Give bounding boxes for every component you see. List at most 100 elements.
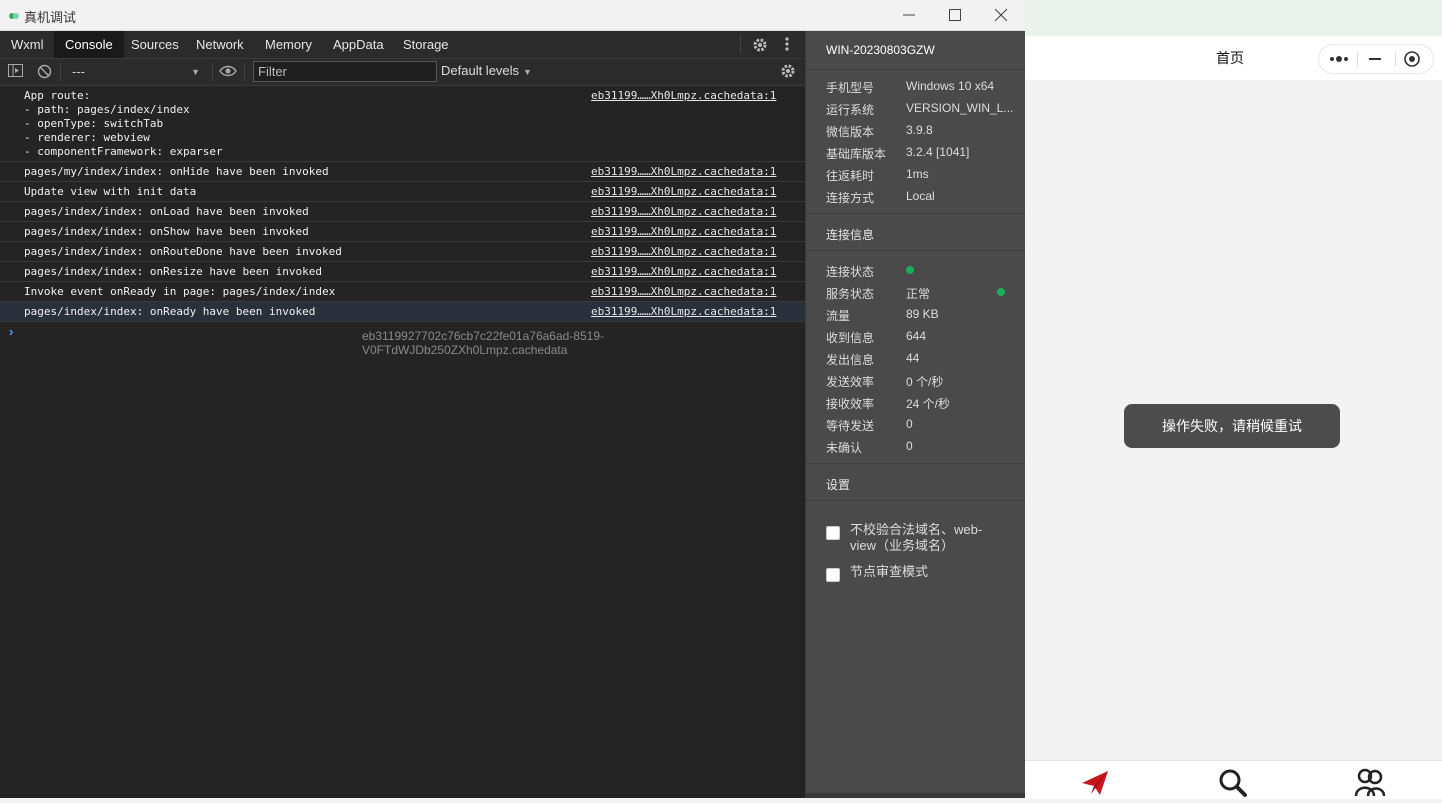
panel-divider	[806, 500, 1025, 501]
info-label: 往返耗时	[826, 169, 875, 183]
conn-label: 收到信息	[826, 331, 875, 345]
info-value: Local	[906, 189, 935, 203]
console-row: pages/index/index: onShow have been invo…	[0, 222, 805, 242]
info-label: 手机型号	[826, 81, 875, 95]
info-value: VERSION_WIN_L...	[906, 101, 1014, 115]
console-row: App route: - path: pages/index/index - o…	[0, 86, 805, 162]
console-message: pages/index/index: onResize have been in…	[24, 265, 323, 278]
conn-section-header: 连接信息	[826, 228, 875, 242]
more-vertical-icon[interactable]	[784, 36, 790, 55]
log-levels-label: Default levels	[441, 63, 520, 78]
conn-label: 接收效率	[826, 397, 875, 411]
dropdown-arrow-icon: ▼	[191, 67, 200, 77]
minimize-button[interactable]	[886, 0, 932, 30]
filter-input[interactable]: Filter	[253, 61, 437, 82]
conn-label: 服务状态	[826, 287, 875, 301]
toast-message: 操作失败，请稍候重试	[1124, 404, 1340, 448]
maximize-button[interactable]	[932, 0, 978, 30]
console-source-link[interactable]: eb31199……Xh0Lmpz.cachedata:1	[591, 185, 776, 199]
console-source-link[interactable]: eb31199……Xh0Lmpz.cachedata:1	[591, 265, 776, 279]
app-logo-icon	[8, 9, 20, 21]
console-source-link[interactable]: eb31199……Xh0Lmpz.cachedata:1	[591, 205, 776, 219]
devtools-window: 真机调试 Wxml Console Sources Network Memory…	[0, 0, 1025, 798]
service-status-dot	[997, 288, 1005, 296]
conn-value: 24 个/秒	[906, 397, 951, 411]
console-message: Invoke event onReady in page: pages/inde…	[24, 285, 336, 298]
console-source-link[interactable]: eb31199……Xh0Lmpz.cachedata:1	[591, 225, 776, 239]
console-message: pages/index/index: onLoad have been invo…	[24, 205, 309, 218]
console-message: App route: - path: pages/index/index - o…	[24, 89, 223, 158]
console-message: pages/index/index: onRouteDone have been…	[24, 245, 342, 258]
title-bar: 真机调试	[0, 0, 1024, 31]
info-value: 3.9.8	[906, 123, 933, 137]
context-select[interactable]: --- ▼	[68, 61, 206, 83]
skip-domain-check-checkbox[interactable]	[826, 526, 840, 540]
console-output: App route: - path: pages/index/index - o…	[0, 86, 805, 798]
devtools-tab-bar: Wxml Console Sources Network Memory AppD…	[0, 31, 805, 59]
console-bottom-source[interactable]: eb3119927702c76cb7c22fe01a76a6ad-8519-V0…	[362, 329, 805, 357]
conn-label: 发出信息	[826, 353, 875, 367]
device-name: WIN-20230803GZW	[826, 43, 935, 57]
console-prompt-icon[interactable]: ›	[9, 324, 13, 339]
console-row: Update view with init data eb31199……Xh0L…	[0, 182, 805, 202]
window-title: 真机调试	[24, 10, 77, 25]
tab-memory[interactable]: Memory	[254, 31, 323, 58]
console-source-link[interactable]: eb31199……Xh0Lmpz.cachedata:1	[591, 89, 776, 103]
close-target-icon[interactable]	[1403, 50, 1421, 68]
settings-gear-icon[interactable]	[752, 37, 768, 58]
toolbar-divider	[740, 35, 741, 53]
tab-appdata[interactable]: AppData	[322, 31, 395, 58]
more-dots-icon[interactable]	[1329, 50, 1349, 68]
tab-storage[interactable]: Storage	[392, 31, 460, 58]
info-value: 3.2.4 [1041]	[906, 145, 970, 159]
sidebar-toggle-icon[interactable]	[8, 64, 24, 83]
send-icon[interactable]	[1080, 769, 1110, 797]
panel-divider	[806, 69, 1025, 70]
node-inspect-checkbox[interactable]	[826, 568, 840, 582]
console-settings-gear-icon[interactable]	[780, 63, 796, 84]
capsule-divider	[1395, 52, 1396, 66]
console-message: pages/my/index/index: onHide have been i…	[24, 165, 329, 178]
settings-section-header: 设置	[826, 478, 851, 492]
tab-wxml[interactable]: Wxml	[0, 31, 55, 58]
close-button[interactable]	[978, 0, 1024, 30]
console-source-link[interactable]: eb31199……Xh0Lmpz.cachedata:1	[591, 165, 776, 179]
console-row-selected: pages/index/index: onReady have been inv…	[0, 302, 805, 322]
conn-label: 流量	[826, 309, 851, 323]
clear-console-icon[interactable]	[37, 64, 52, 84]
capsule-menu	[1318, 44, 1434, 74]
tab-console[interactable]: Console	[54, 31, 124, 58]
background-area	[1024, 0, 1442, 36]
capsule-divider	[1357, 52, 1358, 66]
conn-value: 正常	[906, 287, 931, 301]
tab-network[interactable]: Network	[185, 31, 255, 58]
console-source-link[interactable]: eb31199……Xh0Lmpz.cachedata:1	[591, 285, 776, 299]
search-icon[interactable]	[1218, 768, 1248, 798]
console-source-link[interactable]: eb31199……Xh0Lmpz.cachedata:1	[591, 245, 776, 259]
console-message: Update view with init data	[24, 185, 197, 198]
info-value: Windows 10 x64	[906, 79, 995, 93]
conn-label: 等待发送	[826, 419, 875, 433]
conn-value: 0	[906, 417, 913, 431]
log-levels-dropdown[interactable]: Default levels ▼	[441, 63, 532, 78]
panel-divider	[806, 463, 1025, 464]
info-label: 微信版本	[826, 125, 875, 139]
live-expression-eye-icon[interactable]	[219, 64, 237, 83]
conn-label: 未确认	[826, 441, 863, 455]
console-row: pages/my/index/index: onHide have been i…	[0, 162, 805, 182]
tab-sources[interactable]: Sources	[120, 31, 190, 58]
skip-domain-check-label: 不校验合法域名、web-view（业务域名）	[850, 522, 983, 553]
conn-value: 644	[906, 329, 927, 343]
minimize-icon[interactable]	[1367, 50, 1383, 68]
panel-scrollbar[interactable]	[806, 793, 1025, 798]
console-source-link[interactable]: eb31199……Xh0Lmpz.cachedata:1	[591, 305, 776, 319]
user-group-icon[interactable]	[1354, 767, 1386, 797]
dropdown-arrow-icon: ▼	[523, 67, 532, 77]
console-row: pages/index/index: onRouteDone have been…	[0, 242, 805, 262]
info-label: 连接方式	[826, 191, 875, 205]
console-row: pages/index/index: onResize have been in…	[0, 262, 805, 282]
phone-tab-bar	[1024, 760, 1442, 799]
console-message: pages/index/index: onReady have been inv…	[24, 305, 316, 318]
phone-nav-title: 首页	[1216, 50, 1244, 66]
conn-value: 0 个/秒	[906, 375, 944, 389]
